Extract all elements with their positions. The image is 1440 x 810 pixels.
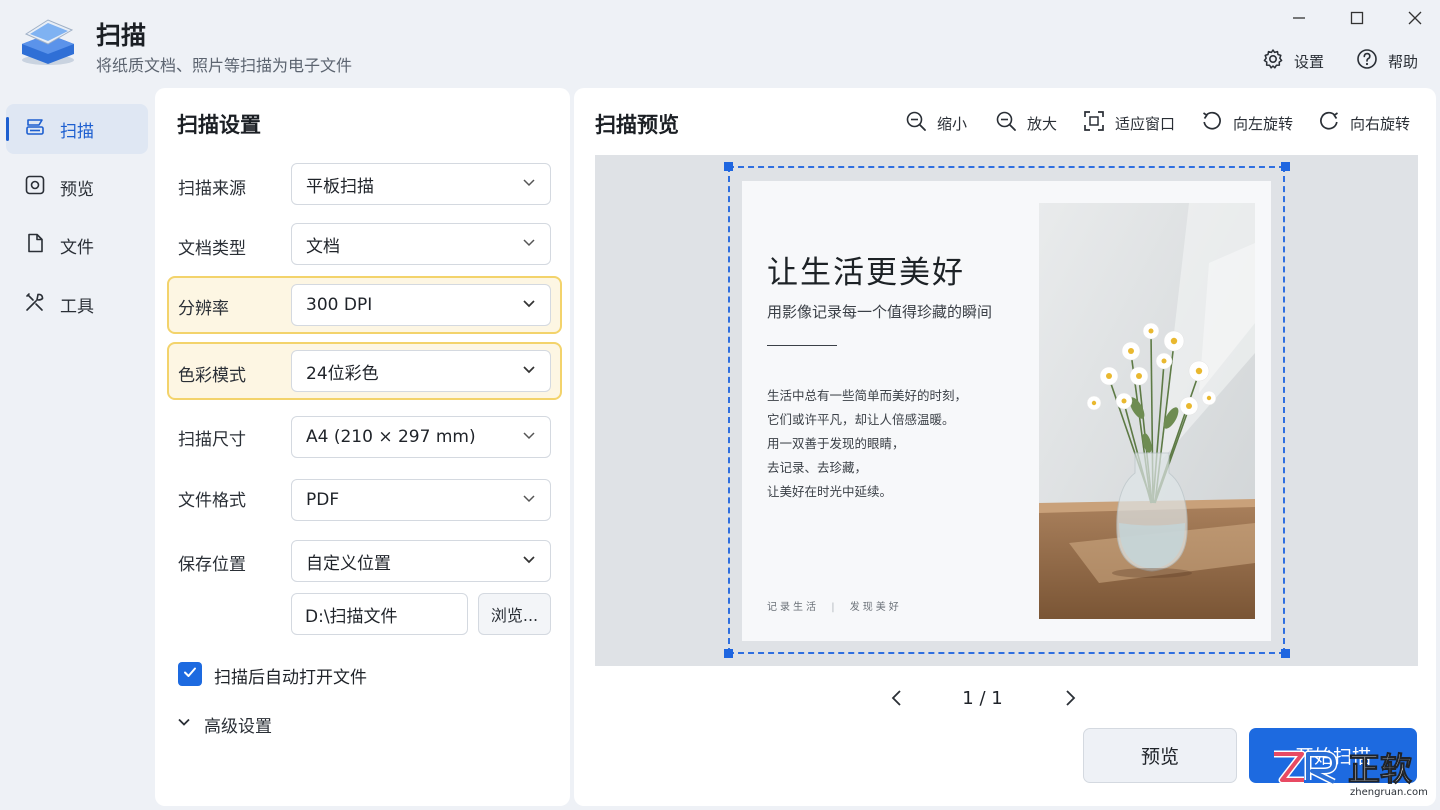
source-label: 扫描来源 <box>178 179 246 199</box>
chevron-down-icon <box>522 174 536 194</box>
sidebar-item-label: 预览 <box>60 179 94 200</box>
sidebar-item-file[interactable]: 文件 <box>6 220 148 270</box>
maximize-icon[interactable] <box>1342 4 1372 32</box>
chevron-left-icon <box>890 689 904 711</box>
checkmark-icon <box>182 664 198 684</box>
preview-icon <box>24 174 46 201</box>
sidebar-item-preview[interactable]: 预览 <box>6 162 148 212</box>
fit-window-icon <box>1083 110 1105 136</box>
tools-icon <box>24 291 46 318</box>
zoom-in-button[interactable]: 放大 <box>995 110 1057 136</box>
zoom-out-icon <box>905 110 927 136</box>
sidebar-item-tools[interactable]: 工具 <box>6 279 148 329</box>
minimize-icon[interactable] <box>1284 4 1314 32</box>
doc-type-label: 文档类型 <box>178 239 246 259</box>
color-mode-value: 24位彩色 <box>306 363 379 384</box>
crop-handle-bottom-right[interactable] <box>1281 649 1290 658</box>
sidebar-item-scan[interactable]: 扫描 <box>6 104 148 154</box>
source-value: 平板扫描 <box>306 176 374 197</box>
next-page-button[interactable] <box>1060 690 1080 710</box>
help-button[interactable]: 帮助 <box>1356 48 1418 74</box>
chevron-down-icon <box>522 295 536 315</box>
chevron-down-icon <box>522 234 536 254</box>
chevron-down-icon <box>522 551 536 571</box>
save-path-input[interactable]: D:\扫描文件 <box>291 593 468 635</box>
chevron-down-icon <box>522 427 536 447</box>
file-icon <box>24 232 46 259</box>
auto-open-checkbox[interactable] <box>178 662 202 686</box>
help-icon <box>1356 48 1378 74</box>
crop-handle-top-right[interactable] <box>1281 162 1290 171</box>
settings-label: 设置 <box>1294 52 1325 71</box>
rotate-left-label: 向左旋转 <box>1233 114 1294 133</box>
doc-type-select[interactable]: 文档 <box>291 223 551 265</box>
rotate-right-button[interactable]: 向右旋转 <box>1318 110 1410 136</box>
page-indicator: 1 / 1 <box>962 688 1003 709</box>
scan-size-label: 扫描尺寸 <box>178 430 246 450</box>
fit-window-label: 适应窗口 <box>1115 114 1176 133</box>
active-indicator <box>6 117 9 141</box>
color-mode-label: 色彩模式 <box>178 366 246 386</box>
resolution-value: 300 DPI <box>306 295 373 315</box>
file-format-value: PDF <box>306 490 340 510</box>
scanner-icon <box>18 14 78 68</box>
browse-button[interactable]: 浏览... <box>478 593 551 635</box>
rotate-right-label: 向右旋转 <box>1350 114 1411 133</box>
zoom-out-label: 缩小 <box>937 114 968 133</box>
doc-type-value: 文档 <box>306 236 340 257</box>
chevron-down-icon <box>522 361 536 381</box>
advanced-settings-toggle[interactable]: 高级设置 <box>176 712 272 737</box>
file-format-label: 文件格式 <box>178 491 246 511</box>
save-location-value: 自定义位置 <box>306 553 391 574</box>
zhengruan-watermark-logo: 正软 zhengruan.com <box>1268 744 1434 802</box>
scan-size-select[interactable]: A4 (210 × 297 mm) <box>291 416 551 458</box>
app-subtitle: 将纸质文档、照片等扫描为电子文件 <box>96 56 353 75</box>
rotate-right-icon <box>1318 110 1340 136</box>
help-label: 帮助 <box>1388 52 1419 71</box>
gear-icon <box>1262 48 1284 74</box>
preview-title: 扫描预览 <box>595 113 679 137</box>
settings-button[interactable]: 设置 <box>1262 48 1324 74</box>
color-mode-select[interactable]: 24位彩色 <box>291 350 551 392</box>
resolution-select[interactable]: 300 DPI <box>291 284 551 326</box>
scan-size-value: A4 (210 × 297 mm) <box>306 427 476 447</box>
scan-icon <box>24 116 46 143</box>
auto-open-label[interactable]: 扫描后自动打开文件 <box>214 663 367 688</box>
crop-selection[interactable] <box>728 166 1285 654</box>
rotate-left-button[interactable]: 向左旋转 <box>1201 110 1293 136</box>
app-title: 扫描 <box>96 21 147 50</box>
save-location-select[interactable]: 自定义位置 <box>291 540 551 582</box>
zoom-in-icon <box>995 110 1017 136</box>
crop-handle-top-left[interactable] <box>724 162 733 171</box>
settings-title: 扫描设置 <box>177 113 261 137</box>
chevron-right-icon <box>1063 689 1077 711</box>
fit-window-button[interactable]: 适应窗口 <box>1083 110 1175 136</box>
zoom-out-button[interactable]: 缩小 <box>905 110 967 136</box>
watermark-url: zhengruan.com <box>1350 787 1428 798</box>
chevron-down-icon <box>522 490 536 510</box>
chevron-down-icon <box>176 714 192 735</box>
crop-handle-bottom-left[interactable] <box>724 649 733 658</box>
zoom-in-label: 放大 <box>1027 114 1058 133</box>
save-location-label: 保存位置 <box>178 555 246 575</box>
sidebar-item-label: 文件 <box>60 237 94 258</box>
watermark-brand: 正软 <box>1348 750 1412 788</box>
close-icon[interactable] <box>1400 4 1430 32</box>
source-select[interactable]: 平板扫描 <box>291 163 551 205</box>
advanced-settings-label: 高级设置 <box>204 717 272 737</box>
preview-button[interactable]: 预览 <box>1083 728 1237 783</box>
sidebar-item-label: 扫描 <box>60 121 94 142</box>
rotate-left-icon <box>1201 110 1223 136</box>
sidebar-item-label: 工具 <box>60 296 94 317</box>
file-format-select[interactable]: PDF <box>291 479 551 521</box>
prev-page-button[interactable] <box>887 690 907 710</box>
resolution-label: 分辨率 <box>178 299 229 319</box>
